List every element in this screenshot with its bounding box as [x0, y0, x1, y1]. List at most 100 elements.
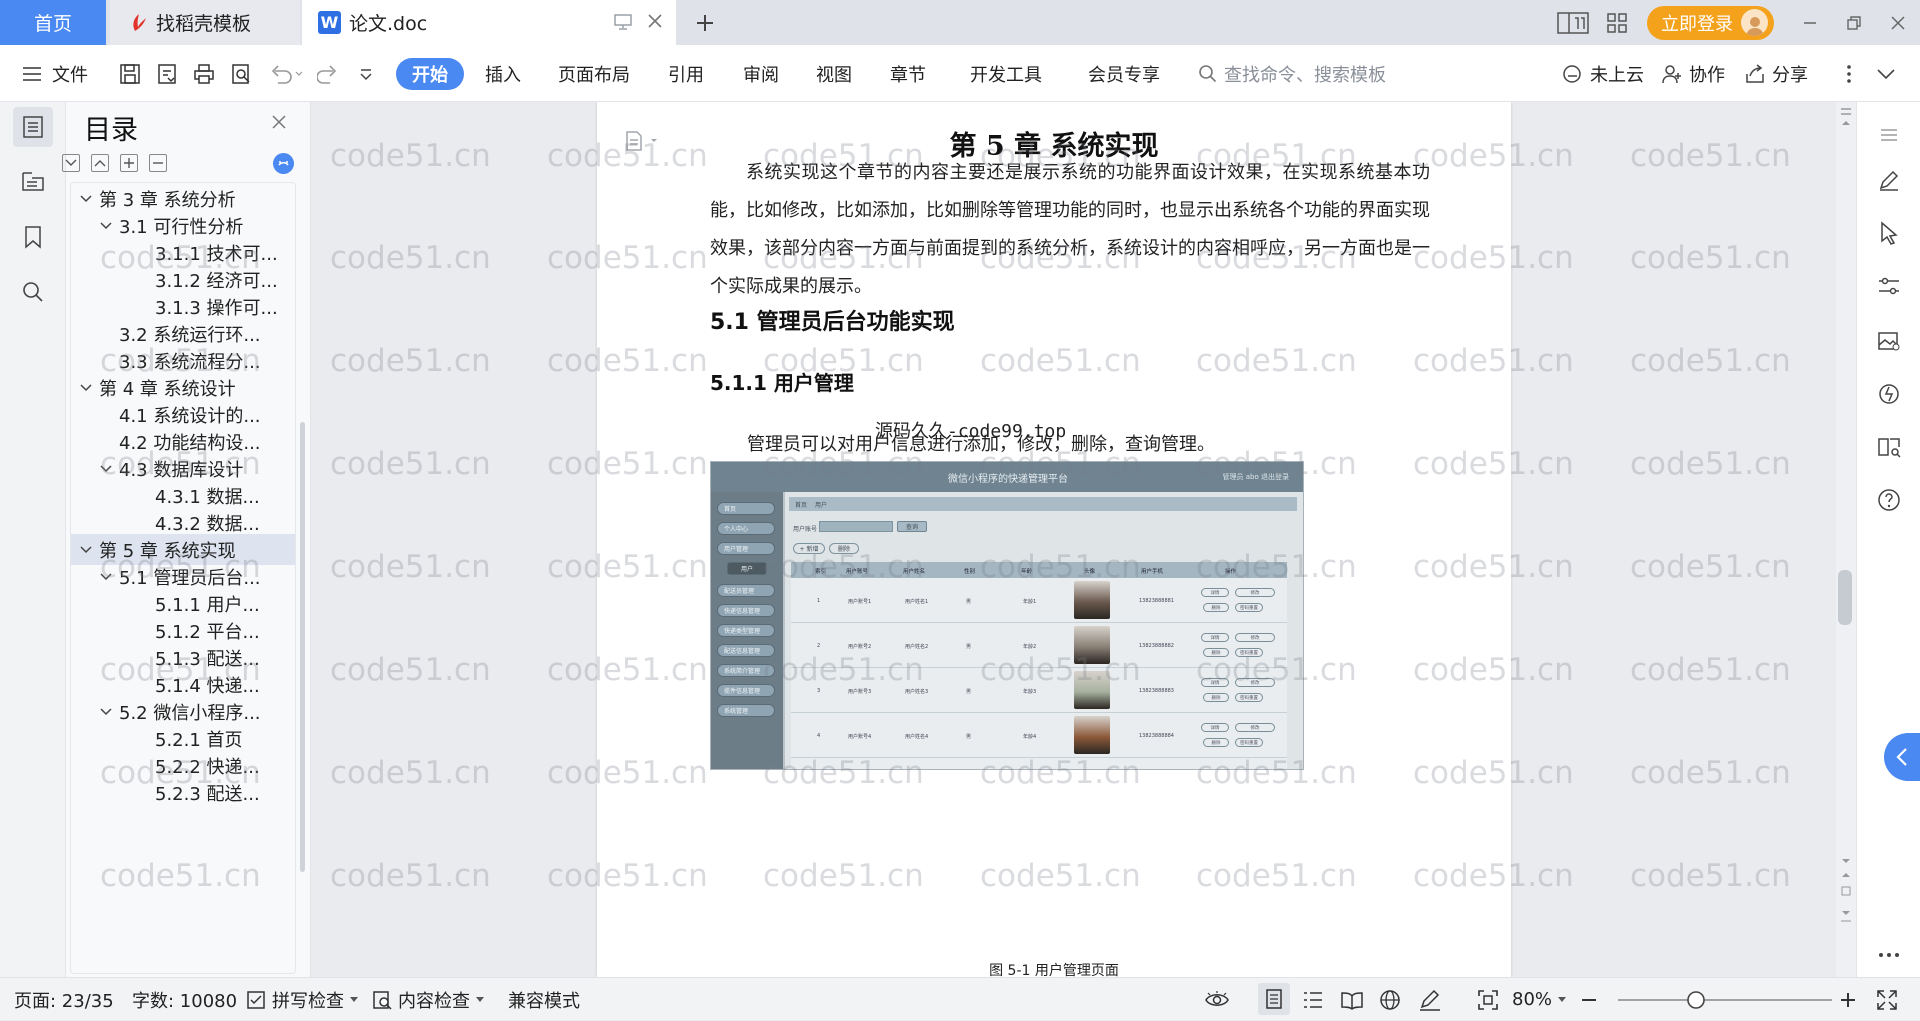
- file-menu[interactable]: 文件: [22, 58, 88, 90]
- pen-edit-icon[interactable]: [1874, 165, 1904, 195]
- restore-icon[interactable]: [1832, 0, 1876, 45]
- image-tool-icon[interactable]: [1874, 326, 1904, 356]
- outline-view-icon[interactable]: [1302, 978, 1324, 1021]
- close-window-icon[interactable]: [1876, 0, 1920, 45]
- tab-start[interactable]: 开始: [396, 58, 464, 90]
- find-icon[interactable]: [13, 272, 53, 312]
- minimize-icon[interactable]: [1788, 0, 1832, 45]
- chevron-down-icon[interactable]: [97, 464, 115, 473]
- toc-item[interactable]: 5.2.3 配送...: [71, 777, 295, 808]
- page-count[interactable]: 页面: 23/35: [14, 978, 114, 1021]
- shot-table: 索引 用户账号 用户姓名 性别 年龄 头像 用户手机 操作 1 用户账号1 用户姓名1 男 年龄1 13…: [791, 562, 1287, 769]
- toc-toggle-icon[interactable]: [273, 153, 294, 174]
- redo-icon[interactable]: [314, 59, 342, 89]
- tab-member[interactable]: 会员专享: [1088, 58, 1160, 90]
- chevron-down-icon[interactable]: [77, 194, 95, 203]
- write-mode-icon[interactable]: [1418, 978, 1442, 1021]
- document-canvas: 第 5 章 系统实现 系统实现这个章节的内容主要还是展示系统的功能界面设计效果，…: [312, 102, 1856, 977]
- close-icon[interactable]: [271, 114, 287, 130]
- toc-scrollbar[interactable]: [300, 422, 305, 872]
- expand-right-icon[interactable]: [1874, 120, 1904, 150]
- close-tab-icon[interactable]: [646, 12, 664, 30]
- spellcheck-button[interactable]: 拼写检查: [246, 978, 358, 1021]
- new-tab-button[interactable]: [690, 9, 720, 37]
- command-search[interactable]: 查找命令、搜索模板: [1198, 58, 1386, 90]
- undo-icon[interactable]: [266, 59, 306, 89]
- toc-item-label: 4.3.1 数据...: [155, 486, 260, 508]
- toc-collapse-all-icon[interactable]: [62, 154, 80, 172]
- navigation-pane-icon[interactable]: [13, 162, 53, 202]
- ai-assist-icon[interactable]: [1874, 379, 1904, 409]
- shot-sidebar-button: 快递类型管理: [717, 624, 775, 637]
- bookmark-icon[interactable]: [13, 217, 53, 257]
- page-view-icon[interactable]: [1258, 983, 1290, 1015]
- chevron-down-icon[interactable]: [77, 545, 95, 554]
- document-page[interactable]: 第 5 章 系统实现 系统实现这个章节的内容主要还是展示系统的功能界面设计效果，…: [597, 102, 1511, 977]
- chevron-down-icon[interactable]: [97, 221, 115, 230]
- section-heading: 5.1 管理员后台功能实现: [710, 310, 955, 335]
- shot-op-button: 修改: [1235, 678, 1275, 687]
- print-icon[interactable]: [190, 59, 218, 89]
- screen-icon[interactable]: [614, 14, 632, 30]
- help-icon[interactable]: [1874, 485, 1904, 515]
- toc-item-label: 第 5 章 系统实现: [99, 540, 236, 562]
- login-button[interactable]: 立即登录: [1647, 5, 1774, 40]
- customize-chevron-icon[interactable]: [352, 59, 380, 89]
- word-count[interactable]: 字数: 10080: [132, 978, 237, 1021]
- cloud-status[interactable]: 未上云: [1562, 58, 1644, 90]
- zoom-select[interactable]: 80%: [1512, 978, 1567, 1021]
- tab-document-label: 论文.doc: [349, 13, 428, 35]
- tab-home[interactable]: 首页: [0, 0, 106, 45]
- tab-layout[interactable]: 页面布局: [558, 58, 630, 90]
- zoom-out-icon[interactable]: [1581, 978, 1597, 1021]
- toc-item-label: 3.1.1 技术可...: [155, 243, 278, 265]
- tab-review[interactable]: 审阅: [743, 58, 779, 90]
- shot-op-button: 密码重置: [1235, 603, 1263, 612]
- collab-button[interactable]: 协作: [1661, 58, 1725, 90]
- shot-cell-phone: 13823888883: [1139, 688, 1174, 694]
- toc-item-label: 第 3 章 系统分析: [99, 189, 236, 211]
- apps-grid-icon[interactable]: [1595, 0, 1639, 45]
- more-horizontal-icon[interactable]: [1874, 940, 1904, 970]
- fit-page-icon[interactable]: [1477, 978, 1499, 1021]
- eye-protect-icon[interactable]: [1204, 978, 1230, 1021]
- print-preview-icon[interactable]: [227, 59, 255, 89]
- hamburger-icon: [23, 67, 41, 81]
- web-view-icon[interactable]: [1379, 978, 1401, 1021]
- shot-cell-phone: 13823888882: [1139, 643, 1174, 649]
- more-vertical-icon[interactable]: [1835, 59, 1863, 89]
- embedded-screenshot[interactable]: 微信小程序的快递管理平台 管理员 abo 退出登录 首页 个人中心 用户管理 用户 配送…: [710, 461, 1304, 770]
- tab-reference[interactable]: 引用: [668, 58, 704, 90]
- reading-mode-icon[interactable]: [1874, 432, 1904, 462]
- tab-document[interactable]: W 论文.doc: [302, 0, 676, 45]
- export-pdf-icon[interactable]: [153, 59, 181, 89]
- collapse-ribbon-icon[interactable]: [1872, 59, 1900, 89]
- reading-view-icon[interactable]: [1340, 978, 1364, 1021]
- scrollbar-thumb[interactable]: [1838, 570, 1852, 625]
- chevron-down-icon[interactable]: [97, 707, 115, 716]
- toc-collapse-icon[interactable]: [91, 154, 109, 172]
- vertical-scrollbar[interactable]: [1836, 102, 1856, 977]
- adjust-sliders-icon[interactable]: [1874, 272, 1904, 302]
- tab-section[interactable]: 章节: [890, 58, 926, 90]
- tab-view[interactable]: 视图: [816, 58, 852, 90]
- toc-remove-icon[interactable]: [149, 154, 167, 172]
- zoom-in-icon[interactable]: [1840, 978, 1856, 1021]
- content-check-button[interactable]: 内容检查: [372, 978, 484, 1021]
- zoom-slider[interactable]: [1616, 978, 1834, 1021]
- zoom-level: 80%: [1512, 989, 1553, 1010]
- tab-devtools[interactable]: 开发工具: [970, 58, 1042, 90]
- layout-toggle-icon[interactable]: [1551, 0, 1595, 45]
- save-icon[interactable]: [116, 59, 144, 89]
- share-button[interactable]: 分享: [1744, 58, 1808, 90]
- share-label: 分享: [1772, 65, 1808, 86]
- chevron-down-icon[interactable]: [77, 383, 95, 392]
- toc-add-icon[interactable]: [120, 154, 138, 172]
- tab-templates[interactable]: 找稻壳模板: [110, 0, 300, 45]
- chevron-down-icon[interactable]: [97, 572, 115, 581]
- tab-insert[interactable]: 插入: [485, 58, 521, 90]
- pointer-icon[interactable]: [1874, 218, 1904, 248]
- intro-paragraph: 系统实现这个章节的内容主要还是展示系统的功能界面设计效果，在实现系统基本功能，比…: [710, 162, 1430, 296]
- toc-panel-icon[interactable]: [13, 107, 53, 147]
- fullscreen-icon[interactable]: [1876, 978, 1898, 1021]
